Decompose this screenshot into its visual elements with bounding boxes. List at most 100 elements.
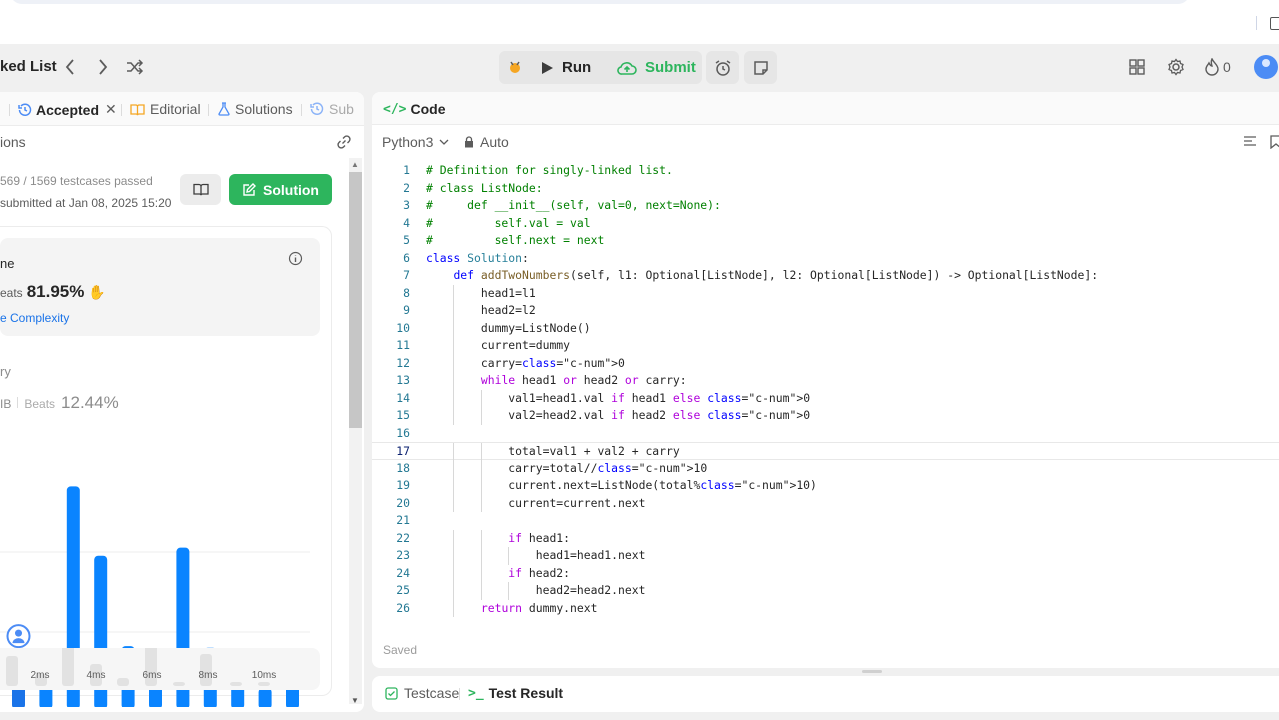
code-line[interactable]: 3 # def __init__(self, val=0, next=None): <box>372 197 1279 215</box>
history-icon <box>18 103 32 116</box>
memory-beats-prefix: Beats <box>24 397 56 411</box>
line-number: 25 <box>396 583 410 597</box>
line-number: 3 <box>403 198 410 212</box>
user-marker-head <box>15 629 22 637</box>
shuffle-icon[interactable] <box>126 58 144 80</box>
tab-accepted[interactable]: Accepted ✕ <box>18 101 117 118</box>
indent-guide <box>453 284 455 302</box>
chevron-left-icon[interactable] <box>64 58 76 80</box>
tab-test-result[interactable]: >_ Test Result <box>468 685 563 701</box>
top-search-bar[interactable] <box>10 0 1190 4</box>
code-text: if head1: <box>508 530 571 545</box>
line-number: 13 <box>396 373 410 387</box>
tab-divider <box>121 104 122 116</box>
indent-guide <box>480 407 482 425</box>
alarm-clock-icon <box>715 59 730 76</box>
code-text: # Definition for singly-linked list. <box>426 163 673 177</box>
top-divider <box>1256 16 1257 30</box>
indent-guide <box>508 582 510 600</box>
run-button[interactable]: Run <box>540 51 591 84</box>
line-number: 16 <box>396 425 410 440</box>
chart-bar[interactable] <box>258 688 272 707</box>
tab-testcase-label: Testcase <box>404 685 460 701</box>
auto-mode[interactable]: Auto <box>464 134 509 150</box>
code-line[interactable]: 1 # Definition for singly-linked list. <box>372 162 1279 180</box>
code-line[interactable]: 11 current=dummy <box>372 337 1279 355</box>
code-line[interactable]: 16 <box>372 425 1279 443</box>
browser-top-strip <box>0 0 1279 44</box>
code-editor[interactable]: 1 # Definition for singly-linked list. 2 # … <box>372 162 1279 622</box>
settings-gear-icon[interactable] <box>1167 58 1185 81</box>
code-line[interactable]: 26 return dummy.next <box>372 599 1279 617</box>
code-line[interactable]: 12 carry=class="c-num">0 <box>372 354 1279 372</box>
scroll-up-arrow-icon[interactable]: ▲ <box>351 160 359 169</box>
memory-label[interactable]: ry <box>0 364 11 379</box>
code-text: head1=l1 <box>426 285 536 300</box>
code-text: carry=class="c-num">0 <box>426 355 625 370</box>
tab-testcase[interactable]: Testcase <box>385 685 459 701</box>
note-button[interactable] <box>744 51 777 84</box>
code-line[interactable]: 25 head2=head2.next <box>372 582 1279 600</box>
bookmark-icon[interactable] <box>1270 135 1279 154</box>
language-select[interactable]: Python3 <box>382 134 449 150</box>
tab-submissions[interactable]: Sub <box>310 101 354 117</box>
code-line[interactable]: 8 head1=l1 <box>372 284 1279 302</box>
code-line[interactable]: 24 if head2: <box>372 564 1279 582</box>
line-number: 5 <box>403 233 410 247</box>
book-icon <box>192 183 209 196</box>
left-scrollbar-thumb[interactable] <box>349 172 362 428</box>
user-avatar[interactable] <box>1254 55 1278 79</box>
editorial-book-button[interactable] <box>180 174 221 205</box>
code-line[interactable]: 20 current=current.next <box>372 494 1279 512</box>
tab-code[interactable]: </> Code <box>383 101 445 117</box>
solution-button[interactable]: Solution <box>229 174 332 205</box>
tab-editorial[interactable]: Editorial <box>130 101 201 117</box>
submit-button[interactable]: Submit <box>617 51 696 84</box>
code-line[interactable]: 13 while head1 or head2 or carry: <box>372 372 1279 390</box>
code-line[interactable]: 15 val2=head2.val if head2 else class="c… <box>372 407 1279 425</box>
code-line[interactable]: 6 class Solution: <box>372 250 1279 268</box>
line-number: 9 <box>403 303 410 317</box>
code-line[interactable]: 7 def addTwoNumbers(self, l1: Optional[L… <box>372 267 1279 285</box>
terminal-icon: >_ <box>468 685 484 701</box>
analyze-complexity-link[interactable]: e Complexity <box>0 311 69 325</box>
code-line[interactable]: 2 # class ListNode: <box>372 180 1279 198</box>
window-square-icon[interactable] <box>1270 17 1279 30</box>
code-line[interactable]: 17 total=val1 + val2 + carry <box>372 442 1279 461</box>
code-line[interactable]: 19 current.next=ListNode(total%class="c-… <box>372 477 1279 495</box>
indent-guide <box>480 477 482 495</box>
code-line[interactable]: 23 head1=head1.next <box>372 547 1279 565</box>
runtime-range-slider[interactable]: 2ms 4ms 6ms 8ms 10ms <box>0 648 320 690</box>
code-line[interactable]: 9 head2=l2 <box>372 302 1279 320</box>
resize-handle[interactable] <box>862 670 882 673</box>
indent-guide <box>480 494 482 512</box>
code-brackets-icon: </> <box>383 101 407 117</box>
code-line[interactable]: 14 val1=head1.val if head1 else class="c… <box>372 389 1279 407</box>
streak-counter[interactable]: 0 <box>1205 58 1231 76</box>
chevron-right-icon[interactable] <box>97 58 109 80</box>
mini-distribution-chart[interactable]: 2ms 4ms 6ms 8ms 10ms <box>0 648 320 690</box>
link-icon[interactable] <box>336 134 352 155</box>
tab-accepted-label: Accepted <box>36 101 100 118</box>
code-line[interactable]: 21 <box>372 512 1279 530</box>
code-text: # self.next = next <box>426 233 605 247</box>
code-line[interactable]: 4 # self.val = val <box>372 215 1279 233</box>
tab-test-result-label: Test Result <box>488 685 564 701</box>
info-icon[interactable] <box>288 251 303 271</box>
line-number: 22 <box>396 530 410 545</box>
problem-title[interactable]: ked List <box>0 58 57 75</box>
code-line[interactable]: 5 # self.next = next <box>372 232 1279 250</box>
code-line[interactable]: 22 if head1: <box>372 529 1279 547</box>
format-lines-icon[interactable] <box>1243 135 1257 154</box>
line-number: 7 <box>403 268 410 282</box>
code-line[interactable]: 10 dummy=ListNode() <box>372 319 1279 337</box>
mini-bar <box>230 682 242 686</box>
alarm-button[interactable] <box>706 51 739 84</box>
close-icon[interactable]: ✕ <box>105 101 117 118</box>
tab-solutions[interactable]: Solutions <box>218 101 293 117</box>
code-line[interactable]: 18 carry=total//class="c-num">10 <box>372 459 1279 477</box>
debug-icon[interactable] <box>506 58 524 81</box>
scroll-down-arrow-icon[interactable]: ▼ <box>351 696 359 705</box>
memory-beats-row[interactable]: IB Beats 12.44% <box>0 393 119 413</box>
layout-grid-icon[interactable] <box>1129 59 1145 80</box>
